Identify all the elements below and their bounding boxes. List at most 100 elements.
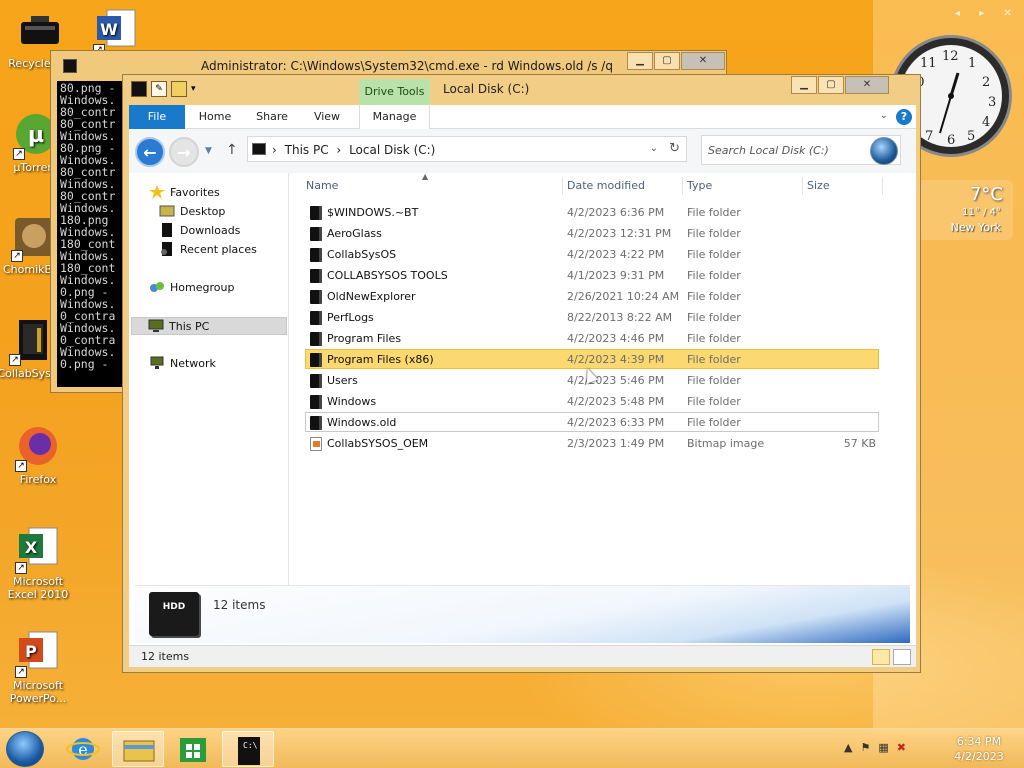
explorer-titlebar[interactable]: ✎ ▾ Drive Tools Local Disk (C:) ▁ ▢ ✕ (123, 75, 920, 105)
breadcrumb-this-pc[interactable]: This PC (285, 143, 329, 157)
tab-manage[interactable]: Manage (359, 105, 430, 129)
shortcut-arrow-icon: ↗ (15, 666, 27, 678)
nav-label: Desktop (180, 204, 226, 218)
desktop-icon-powerpoint[interactable]: P ↗ Microsoft PowerPo... (0, 630, 78, 705)
shortcut-arrow-icon: ↗ (9, 354, 21, 366)
quick-access-toolbar: ✎ ▾ (131, 81, 196, 97)
desktop-icon-label: Microsoft Excel 2010 (7, 575, 69, 601)
action-center-flag-icon[interactable]: ⚑ (860, 741, 870, 754)
refresh-icon[interactable]: ↻ (669, 141, 680, 156)
file-row[interactable]: CollabSysOS 4/2/2023 4:22 PM File folder (305, 244, 879, 264)
ribbon-tabs: File Home Share View Manage ⌄ ? (129, 105, 916, 129)
tab-view[interactable]: View (309, 105, 345, 129)
recent-locations-icon[interactable]: ▼ (205, 146, 212, 156)
large-icons-view-icon[interactable] (893, 649, 911, 665)
column-header-type[interactable]: Type (687, 179, 712, 192)
file-date: 2/3/2023 1:49 PM (567, 437, 665, 450)
svg-text:C:\: C:\ (243, 741, 258, 750)
start-button[interactable] (6, 731, 44, 767)
forward-button[interactable]: → (169, 137, 199, 167)
file-name: AeroGlass (327, 227, 382, 240)
address-dropdown-icon[interactable]: ⌄ (650, 143, 658, 154)
weather-temp: 7°C (969, 184, 1003, 205)
nav-homegroup[interactable]: Homegroup (149, 280, 234, 294)
taskbar-clock[interactable]: 6:34 PM 4/2/2023 (946, 734, 1012, 764)
desktop-icon-label: Firefox (19, 473, 57, 486)
column-header-date[interactable]: Date modified (567, 179, 645, 192)
nav-this-pc[interactable]: This PC (131, 317, 287, 335)
nav-recent-places[interactable]: Recent places (159, 242, 257, 256)
close-button[interactable]: ✕ (681, 52, 725, 70)
explorer-window[interactable]: ✎ ▾ Drive Tools Local Disk (C:) ▁ ▢ ✕ Fi… (122, 74, 921, 673)
folder-icon (310, 290, 322, 304)
powerpoint-icon: P ↗ (15, 630, 61, 678)
back-button[interactable]: ← (135, 137, 165, 167)
file-row[interactable]: Windows.old 4/2/2023 6:33 PM File folder (305, 412, 879, 432)
customize-qat-icon[interactable]: ▾ (191, 84, 196, 94)
file-date: 4/2/2023 6:33 PM (567, 416, 665, 429)
help-icon[interactable]: ? (896, 109, 912, 125)
file-type: Bitmap image (687, 437, 765, 450)
file-date: 4/2/2023 12:31 PM (567, 227, 672, 240)
column-separator[interactable] (802, 177, 803, 195)
tab-home[interactable]: Home (195, 105, 235, 129)
file-row[interactable]: COLLABSYSOS TOOLS 4/1/2023 9:31 PM File fo… (305, 265, 879, 285)
file-name: Program Files (x86) (327, 353, 434, 366)
file-row[interactable]: AeroGlass 4/2/2023 12:31 PM File folder (305, 223, 879, 243)
minimize-button[interactable]: ▁ (791, 76, 817, 94)
column-separator[interactable] (882, 177, 883, 195)
network-tray-icon[interactable]: ▦ (878, 741, 888, 754)
properties-icon[interactable]: ✎ (151, 81, 167, 97)
breadcrumb-separator-icon: › (272, 143, 277, 157)
weather-gadget[interactable]: 7°C 11° / 4° New York (918, 180, 1013, 240)
folder-icon (310, 248, 322, 262)
firefox-icon: ↗ (15, 424, 61, 472)
close-button[interactable]: ✕ (845, 76, 889, 94)
column-separator[interactable] (682, 177, 683, 195)
file-row[interactable]: CollabSYSOS_OEM 2/3/2023 1:49 PM Bitmap im… (305, 433, 879, 453)
weather-range: 11° / 4° (962, 207, 1001, 218)
file-list: Name ▲ Date modified Type Size $WINDOWS.… (289, 172, 916, 585)
tab-file[interactable]: File (129, 105, 185, 129)
volume-muted-icon[interactable]: ✖ (897, 741, 906, 754)
nav-downloads[interactable]: Downloads (159, 223, 240, 237)
taskbar-internet-explorer[interactable]: e (57, 731, 109, 767)
file-row[interactable]: $WINDOWS.~BT 4/2/2023 6:36 PM File folder (305, 202, 879, 222)
column-separator[interactable] (562, 177, 563, 195)
taskbar-file-explorer[interactable] (112, 731, 164, 767)
column-header-name[interactable]: Name (306, 179, 338, 192)
file-row[interactable]: Windows 4/2/2023 5:48 PM File folder (305, 391, 879, 411)
new-folder-icon[interactable] (171, 81, 187, 97)
desktop-icon-excel[interactable]: X ↗ Microsoft Excel 2010 (0, 526, 78, 601)
expand-ribbon-icon[interactable]: ⌄ (880, 110, 888, 121)
nav-desktop[interactable]: Desktop (159, 204, 225, 218)
taskbar-cmd[interactable]: C:\ (222, 731, 274, 767)
show-hidden-icons-icon[interactable]: ▲ (844, 741, 852, 754)
file-row[interactable]: OldNewExplorer 2/26/2021 10:24 AM File fol… (305, 286, 879, 306)
drive-icon (252, 143, 266, 155)
maximize-button[interactable]: ▢ (818, 76, 844, 94)
file-row[interactable]: PerfLogs 8/22/2013 8:22 AM File folder (305, 307, 879, 327)
tab-share[interactable]: Share (251, 105, 293, 129)
search-icon[interactable] (870, 137, 898, 165)
address-bar[interactable]: › This PC › Local Disk (C:) ⌄ ↻ (247, 136, 687, 162)
search-input[interactable]: Search Local Disk (C:) (701, 135, 901, 165)
taskbar-store[interactable] (167, 731, 219, 767)
folder-icon (310, 332, 322, 346)
desktop-icon-firefox[interactable]: ↗ Firefox (0, 424, 78, 486)
gadget-arrows-icon[interactable]: ◂ ▸ ✕ (955, 8, 1020, 19)
details-view-icon[interactable] (872, 649, 890, 665)
file-type: File folder (687, 269, 741, 282)
minimize-button[interactable]: ▁ (627, 52, 653, 70)
nav-favorites[interactable]: Favorites (149, 185, 220, 199)
navigation-bar: ← → ▼ ↑ › This PC › Local Disk (C:) ⌄ ↻ … (129, 129, 916, 173)
column-header-size[interactable]: Size (807, 179, 830, 192)
breadcrumb-local-disk[interactable]: Local Disk (C:) (349, 143, 435, 157)
svg-text:P: P (25, 642, 37, 661)
maximize-button[interactable]: ▢ (654, 52, 680, 70)
file-date: 8/22/2013 8:22 AM (567, 311, 673, 324)
up-button[interactable]: ↑ (226, 142, 238, 158)
nav-network[interactable]: Network (149, 356, 216, 370)
taskbar: e C:\ ▲ ⚑ ▦ ✖ 6:34 PM 4/2/2023 (0, 728, 1024, 768)
file-row[interactable]: Program Files 4/2/2023 4:46 PM File folder (305, 328, 879, 348)
